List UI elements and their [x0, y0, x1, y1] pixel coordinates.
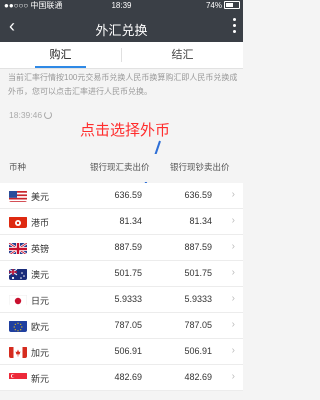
update-time-text: 18:39:46: [9, 110, 43, 120]
flag-au-icon: [9, 268, 27, 280]
currency-row-hkd[interactable]: 港币 81.34 81.34 ›: [0, 209, 243, 235]
battery-indicator: 74%: [206, 0, 240, 12]
spot-sell-rate: 501.75: [114, 268, 142, 278]
currency-name: 英镑: [31, 244, 50, 254]
currency-name: 欧元: [31, 322, 50, 332]
cash-sell-rate: 506.91: [184, 346, 212, 356]
tab-label: 购汇: [49, 49, 72, 61]
battery-icon: [224, 1, 240, 9]
table-header: 币种 银行现汇卖出价 银行现钞卖出价: [0, 154, 243, 182]
rate-notice: 当前汇率行情按100元交易币兑换人民币换算购汇即人民币兑换成外币，您可以点击汇率…: [8, 73, 238, 96]
currency-name: 新元: [31, 374, 50, 384]
cash-sell-rate: 636.59: [184, 190, 212, 200]
currency-row-aud[interactable]: 澳元 501.75 501.75 ›: [0, 261, 243, 287]
flag-ca-icon: [9, 346, 27, 358]
chevron-right-icon: ›: [231, 371, 235, 382]
header-currency: 币种: [9, 162, 27, 172]
refresh-icon[interactable]: [44, 111, 53, 119]
cash-sell-rate: 501.75: [184, 268, 212, 278]
currency-name: 港币: [31, 218, 50, 228]
rate-table: 美元 636.59 636.59 › 港币 81.34 81.34 › 英镑 8…: [0, 183, 243, 391]
tab-bar: 购汇 结汇: [0, 42, 243, 69]
header-cash-sell: 银行现钞卖出价: [170, 162, 230, 172]
chevron-right-icon: ›: [231, 293, 235, 304]
flag-gb-icon: [9, 242, 27, 254]
page-title: 外汇兑换: [95, 23, 148, 38]
battery-percent: 74%: [205, 1, 222, 10]
spot-sell-rate: 5.9333: [114, 294, 142, 304]
currency-row-gbp[interactable]: 英镑 887.59 887.59 ›: [0, 235, 243, 261]
spot-sell-rate: 887.59: [114, 242, 142, 252]
spot-sell-rate: 482.69: [114, 372, 142, 382]
chevron-right-icon: ›: [231, 345, 235, 356]
spot-sell-rate: 636.59: [114, 190, 142, 200]
cash-sell-rate: 482.69: [184, 372, 212, 382]
status-bar: ●●○○○ 中国联通 18:39 74%: [0, 0, 243, 12]
annotation-text: 点击选择外币: [80, 122, 171, 139]
currency-name: 美元: [31, 192, 50, 202]
currency-row-usd[interactable]: 美元 636.59 636.59 ›: [0, 183, 243, 209]
active-tab-indicator: [35, 66, 86, 68]
flag-eu-icon: [9, 320, 27, 332]
chevron-right-icon: ›: [231, 319, 235, 330]
flag-jp-icon: [9, 294, 27, 306]
chevron-right-icon: ›: [231, 189, 235, 200]
spot-sell-rate: 787.05: [114, 320, 142, 330]
currency-row-eur[interactable]: 欧元 787.05 787.05 ›: [0, 313, 243, 339]
currency-name: 澳元: [31, 270, 50, 280]
spot-sell-rate: 506.91: [114, 346, 142, 356]
chevron-right-icon: ›: [231, 241, 235, 252]
tab-sell-forex[interactable]: 结汇: [122, 42, 243, 68]
currency-row-jpy[interactable]: 日元 5.9333 5.9333 ›: [0, 287, 243, 313]
nav-bar: ‹ 外汇兑换: [0, 12, 243, 42]
update-time: 18:39:46: [9, 110, 53, 120]
currency-row-sgd[interactable]: 新元 482.69 482.69 ›: [0, 365, 243, 391]
flag-sg-icon: [9, 372, 27, 384]
chevron-right-icon: ›: [231, 267, 235, 278]
cash-sell-rate: 81.34: [189, 216, 212, 226]
flag-hk-icon: [9, 216, 27, 228]
currency-name: 日元: [31, 296, 50, 306]
tab-buy-forex[interactable]: 购汇: [0, 42, 121, 68]
spot-sell-rate: 81.34: [119, 216, 142, 226]
currency-row-cad[interactable]: 加元 506.91 506.91 ›: [0, 339, 243, 365]
cash-sell-rate: 887.59: [184, 242, 212, 252]
tab-label: 结汇: [171, 49, 194, 61]
cash-sell-rate: 5.9333: [184, 294, 212, 304]
chevron-right-icon: ›: [231, 215, 235, 226]
currency-name: 加元: [31, 348, 50, 358]
flag-us-icon: [9, 190, 27, 202]
cash-sell-rate: 787.05: [184, 320, 212, 330]
more-menu-icon[interactable]: [233, 15, 236, 36]
header-spot-sell: 银行现汇卖出价: [90, 162, 150, 172]
